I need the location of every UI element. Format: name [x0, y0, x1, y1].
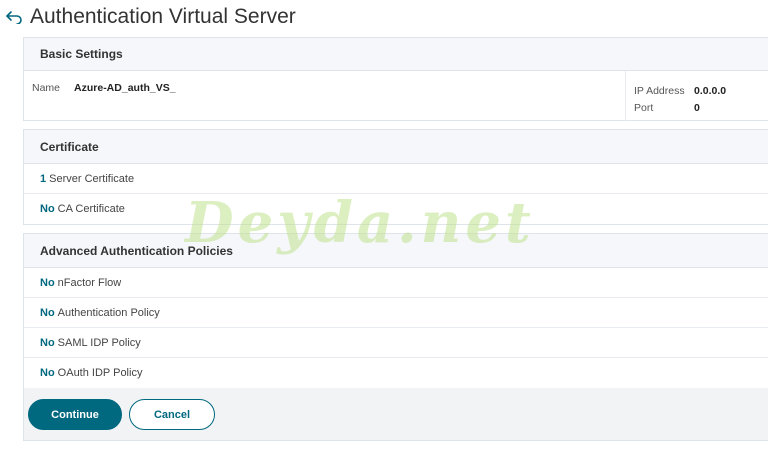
oauth-idp-policy-label: OAuth IDP Policy [57, 367, 143, 379]
authentication-policy-count[interactable]: No [40, 307, 55, 319]
certificate-header[interactable]: Certificate [24, 130, 768, 164]
oauth-idp-policy-count[interactable]: No [40, 367, 55, 379]
server-certificate-label: Server Certificate [49, 172, 135, 185]
nfactor-flow-label: nFactor Flow [57, 276, 122, 289]
ca-certificate-row[interactable]: No CA Certificate [24, 194, 768, 224]
advanced-auth-policies-panel: Advanced Authentication Policies No nFac… [23, 233, 768, 441]
back-arrow-icon[interactable] [3, 6, 25, 28]
cancel-button[interactable]: Cancel [129, 399, 215, 430]
port-label: Port [634, 101, 654, 114]
ca-certificate-label: CA Certificate [57, 203, 125, 215]
authentication-policy-row[interactable]: No Authentication Policy [24, 298, 768, 328]
name-value: Azure-AD_auth_VS_ [74, 82, 176, 94]
saml-idp-policy-count[interactable]: No [40, 337, 55, 349]
nfactor-flow-row[interactable]: No nFactor Flow [24, 268, 768, 298]
certificate-panel: Certificate 1 Server Certificate No CA C… [23, 129, 768, 225]
nfactor-flow-count[interactable]: No [40, 277, 55, 289]
ca-certificate-count[interactable]: No [40, 203, 55, 215]
form-footer: Continue Cancel [24, 388, 768, 441]
authentication-policy-label: Authentication Policy [57, 306, 160, 319]
name-label: Name [32, 82, 61, 94]
continue-button[interactable]: Continue [28, 399, 122, 430]
basic-settings-panel: Basic Settings Name Azure-AD_auth_VS_ IP… [23, 37, 768, 121]
saml-idp-policy-label: SAML IDP Policy [57, 336, 141, 349]
page-header: Authentication Virtual Server [0, 0, 296, 34]
ip-address-value: 0.0.0.0 [694, 84, 727, 97]
name-field: Name Azure-AD_auth_VS_ [24, 71, 626, 121]
page-title: Authentication Virtual Server [30, 5, 296, 28]
advanced-auth-policies-header[interactable]: Advanced Authentication Policies [24, 234, 768, 268]
basic-settings-header[interactable]: Basic Settings [24, 38, 768, 71]
ip-port-fields: IP Address 0.0.0.0 Port 0 [626, 71, 726, 121]
server-certificate-count[interactable]: 1 [40, 173, 46, 185]
port-value: 0 [694, 101, 700, 114]
saml-idp-policy-row[interactable]: No SAML IDP Policy [24, 328, 768, 358]
ip-address-label: IP Address [634, 84, 685, 97]
server-certificate-row[interactable]: 1 Server Certificate [24, 164, 768, 194]
oauth-idp-policy-row[interactable]: No OAuth IDP Policy [24, 358, 768, 388]
